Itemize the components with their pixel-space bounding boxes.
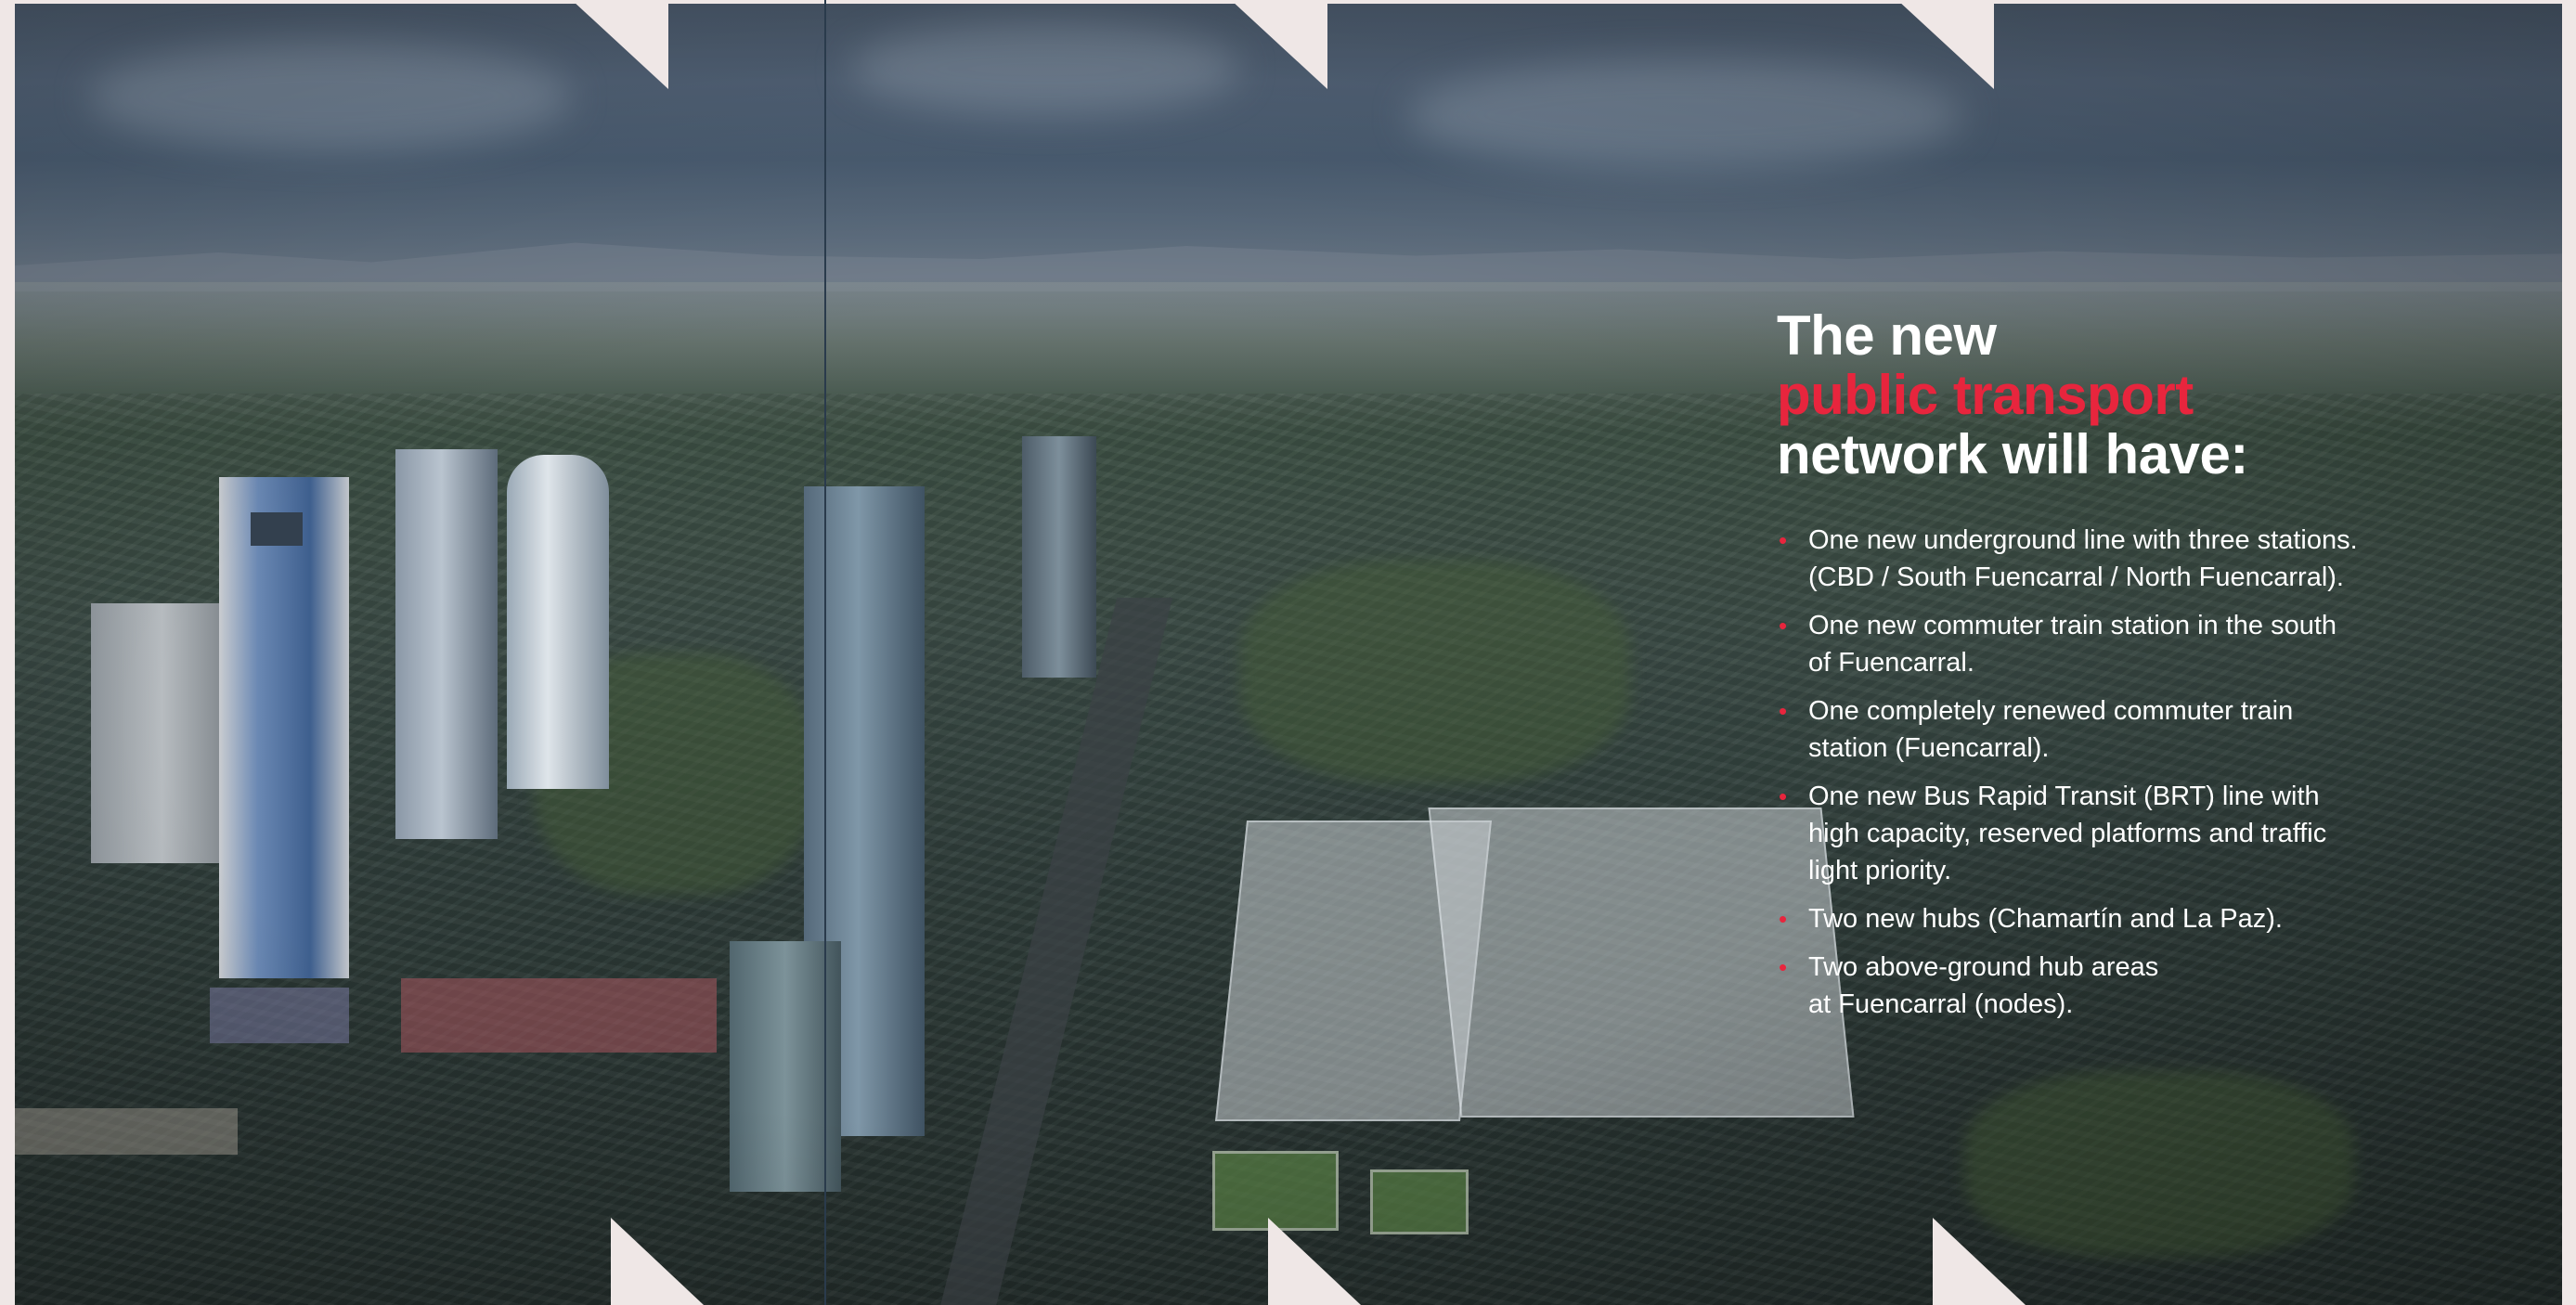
list-item: • One completely renewed commuter train s… [1777,692,2538,767]
bullet-icon: • [1779,612,1788,640]
list-item: • One new commuter train station in the s… [1777,607,2538,681]
bullet-icon: • [1779,697,1788,725]
page-fold-line [824,0,826,1305]
heading-line-accent: public transport [1777,364,2194,426]
list-item: • One new Bus Rapid Transit (BRT) line wi… [1777,778,2538,889]
list-item-text: One completely renewed commuter train st… [1808,696,2294,763]
list-item: • Two above-ground hub areas at Fuencarra… [1777,949,2538,1023]
bullet-icon: • [1779,905,1788,933]
list-item-text: Two above-ground hub areas at Fuencarral… [1808,952,2159,1019]
list-item-text: One new commuter train station in the so… [1808,611,2337,678]
bullet-icon: • [1779,526,1788,554]
bullet-icon: • [1779,782,1788,810]
list-item-text: One new Bus Rapid Transit (BRT) line wit… [1808,782,2327,885]
list-item-text: Two new hubs (Chamartín and La Paz). [1808,904,2283,934]
list-item: • One new underground line with three sta… [1777,522,2538,596]
bullet-icon: • [1779,953,1788,981]
feature-list: • One new underground line with three sta… [1777,522,2538,1023]
list-item: • Two new hubs (Chamartín and La Paz). [1777,900,2538,937]
heading: The new public transport network will ha… [1777,306,2538,485]
list-item-text: One new underground line with three stat… [1808,525,2358,592]
heading-line-3: network will have: [1777,423,2248,485]
heading-line-1: The new [1777,304,1997,367]
transport-info-panel: The new public transport network will ha… [1777,306,2538,1034]
